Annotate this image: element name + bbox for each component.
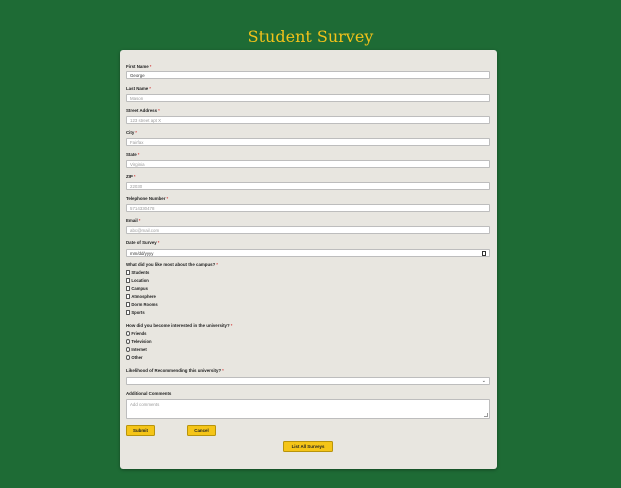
first-name-input[interactable]: George — [126, 71, 490, 79]
last-name-label: Last Name* — [126, 86, 151, 91]
interest-option[interactable]: Television — [126, 339, 152, 345]
submit-button[interactable]: Submit — [126, 425, 155, 436]
campus-question-label: What did you like most about the campus?… — [126, 262, 219, 267]
campus-option[interactable]: Atmosphere — [126, 294, 156, 300]
radio[interactable] — [126, 355, 131, 360]
radio[interactable] — [126, 331, 131, 336]
city-input[interactable]: Fairfax — [126, 138, 490, 146]
state-input[interactable]: Virginia — [126, 160, 490, 168]
interest-question-label: How did you become interested in the uni… — [126, 323, 233, 328]
email-label: Email* — [126, 218, 141, 223]
page-title: Student Survey — [247, 27, 374, 46]
campus-option[interactable]: Dorm Rooms — [126, 302, 158, 308]
date-value: mm/dd/yyyy — [130, 251, 154, 256]
date-label: Date of Survey* — [126, 240, 160, 245]
calendar-icon[interactable] — [481, 251, 486, 256]
interest-option[interactable]: Other — [126, 355, 143, 361]
telephone-input[interactable]: 5714330478 — [126, 204, 490, 212]
state-label: State* — [126, 152, 140, 157]
radio[interactable] — [126, 339, 131, 344]
date-input[interactable]: mm/dd/yyyy — [126, 249, 490, 257]
street-address-label: Street Address* — [126, 108, 160, 113]
comments-textarea[interactable]: Add comments — [126, 399, 490, 419]
interest-option[interactable]: Internet — [126, 347, 147, 353]
cancel-button[interactable]: Cancel — [187, 425, 216, 436]
recommend-select[interactable]: ⌄ — [126, 377, 490, 385]
first-name-label: First Name* — [126, 64, 152, 69]
recommend-label: Likelihood of Recommending this universi… — [126, 368, 224, 373]
campus-option[interactable]: Campus — [126, 286, 148, 292]
campus-option[interactable]: Location — [126, 278, 149, 284]
checkbox[interactable] — [126, 302, 131, 307]
checkbox[interactable] — [126, 278, 131, 283]
comments-label: Additional Comments — [126, 391, 172, 396]
zip-label: ZIP* — [126, 174, 136, 179]
checkbox[interactable] — [126, 294, 131, 299]
chevron-down-icon: ⌄ — [481, 378, 486, 385]
campus-option[interactable]: Sports — [126, 310, 145, 316]
list-all-surveys-button[interactable]: List All Surveys — [283, 441, 333, 452]
city-label: City* — [126, 130, 138, 135]
checkbox[interactable] — [126, 310, 131, 315]
interest-option[interactable]: Friends — [126, 331, 147, 337]
telephone-label: Telephone Number* — [126, 196, 169, 201]
campus-option[interactable]: Students — [126, 270, 149, 276]
survey-form: First Name* George Last Name* Mason Stre… — [120, 50, 497, 469]
resize-handle-icon[interactable] — [484, 413, 488, 417]
comments-placeholder: Add comments — [130, 402, 160, 407]
checkbox[interactable] — [126, 270, 131, 275]
checkbox[interactable] — [126, 286, 131, 291]
street-address-input[interactable]: 123 street apt X — [126, 116, 490, 124]
last-name-input[interactable]: Mason — [126, 94, 490, 102]
zip-input[interactable]: 22030 — [126, 182, 490, 190]
radio[interactable] — [126, 347, 131, 352]
email-input[interactable]: abc@mail.com — [126, 226, 490, 234]
